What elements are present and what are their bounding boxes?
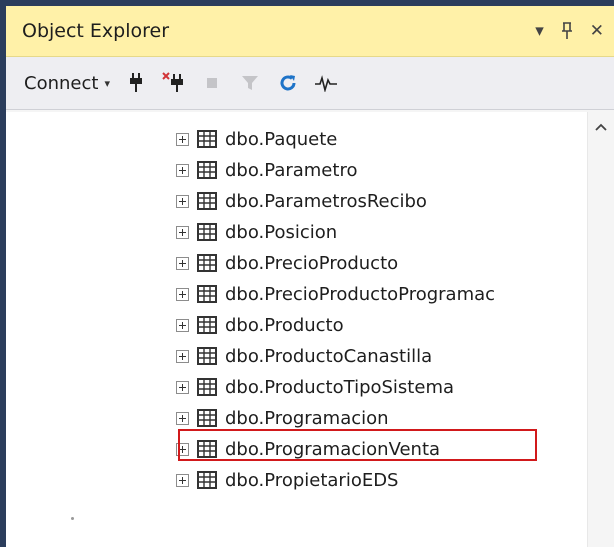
- panel-title: Object Explorer: [22, 20, 170, 42]
- expand-plus-icon[interactable]: [176, 442, 189, 456]
- table-icon: [197, 254, 217, 272]
- table-name-label: dbo.PropietarioEDS: [225, 469, 399, 491]
- tree-node-table[interactable]: dbo.ProductoTipoSistema: [176, 373, 454, 401]
- expand-plus-icon[interactable]: [176, 349, 189, 363]
- expand-plus-icon[interactable]: [176, 287, 189, 301]
- table-icon: [197, 192, 217, 210]
- filter-icon[interactable]: [238, 71, 262, 95]
- tree-node-table[interactable]: dbo.ProductoCanastilla: [176, 342, 432, 370]
- expand-plus-icon[interactable]: [176, 194, 189, 208]
- table-icon: [197, 161, 217, 179]
- vertical-scrollbar[interactable]: [587, 112, 614, 547]
- table-icon: [197, 285, 217, 303]
- table-icon: [197, 471, 217, 489]
- expand-plus-icon[interactable]: [176, 380, 189, 394]
- refresh-icon[interactable]: [276, 71, 300, 95]
- expand-plus-icon[interactable]: [176, 225, 189, 239]
- stop-icon[interactable]: [200, 71, 224, 95]
- titlebar-controls: ▾ ✕: [535, 21, 604, 41]
- table-name-label: dbo.Paquete: [225, 128, 338, 150]
- panel-titlebar: Object Explorer ▾ ✕: [6, 6, 614, 57]
- tree-node-table[interactable]: dbo.Programacion: [176, 404, 389, 432]
- tree-node-table[interactable]: dbo.PrecioProducto: [176, 249, 398, 277]
- table-name-label: dbo.ProgramacionVenta: [225, 438, 441, 460]
- table-name-label: dbo.ParametrosRecibo: [225, 190, 427, 212]
- tree-node-table[interactable]: dbo.Paquete: [176, 125, 337, 153]
- tree-node-table[interactable]: dbo.PrecioProductoProgramac: [176, 280, 495, 308]
- table-name-label: dbo.ProductoTipoSistema: [225, 376, 455, 398]
- tree-node-table[interactable]: dbo.ParametrosRecibo: [176, 187, 427, 215]
- table-name-label: dbo.Posicion: [225, 221, 338, 243]
- tree-node-table[interactable]: dbo.Producto: [176, 311, 344, 339]
- table-name-label: dbo.Producto: [225, 314, 344, 336]
- expand-plus-icon[interactable]: [176, 318, 189, 332]
- table-icon: [197, 347, 217, 365]
- expand-plus-icon[interactable]: [176, 473, 189, 487]
- table-icon: [197, 316, 217, 334]
- tree-node-table[interactable]: dbo.Parametro: [176, 156, 357, 184]
- connect-label: Connect: [24, 72, 99, 94]
- connect-dropdown-button[interactable]: Connect ▾: [24, 73, 110, 94]
- table-name-label: dbo.ProductoCanastilla: [225, 345, 433, 367]
- activity-monitor-icon[interactable]: [314, 71, 338, 95]
- table-name-label: dbo.PrecioProductoProgramac: [225, 283, 496, 305]
- auto-hide-pin-icon[interactable]: [560, 22, 574, 40]
- table-name-label: dbo.PrecioProducto: [225, 252, 399, 274]
- table-icon: [197, 378, 217, 396]
- expand-plus-icon[interactable]: [176, 411, 189, 425]
- close-icon[interactable]: ✕: [590, 21, 604, 41]
- tree-node-table[interactable]: dbo.Posicion: [176, 218, 337, 246]
- expand-plus-icon[interactable]: [176, 132, 189, 146]
- window-position-dropdown-icon[interactable]: ▾: [535, 21, 544, 41]
- connect-plug-icon[interactable]: [124, 71, 148, 95]
- object-explorer-panel: Object Explorer ▾ ✕ Connect ▾ dbo.Paquet…: [6, 6, 614, 547]
- table-name-label: dbo.Programacion: [225, 407, 389, 429]
- decorative-dot: [71, 517, 74, 520]
- table-icon: [197, 130, 217, 148]
- table-icon: [197, 223, 217, 241]
- scroll-up-chevron-icon[interactable]: [593, 120, 609, 134]
- tree-node-table[interactable]: dbo.PropietarioEDS: [176, 466, 399, 494]
- object-explorer-toolbar: Connect ▾: [6, 57, 614, 110]
- table-name-label: dbo.Parametro: [225, 159, 358, 181]
- chevron-down-icon: ▾: [104, 76, 110, 90]
- tree-node-table-highlighted[interactable]: dbo.ProgramacionVenta: [176, 435, 440, 463]
- table-icon: [197, 440, 217, 458]
- table-icon: [197, 409, 217, 427]
- expand-plus-icon[interactable]: [176, 163, 189, 177]
- expand-plus-icon[interactable]: [176, 256, 189, 270]
- disconnect-icon[interactable]: [162, 71, 186, 95]
